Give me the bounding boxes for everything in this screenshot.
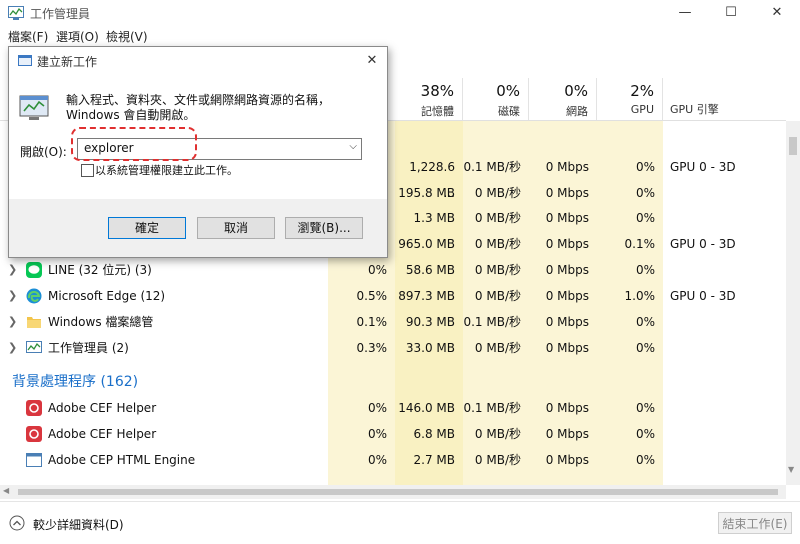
- column-header-network[interactable]: 0% 網路: [529, 78, 597, 120]
- table-row[interactable]: Adobe CEP HTML Engine 0% 2.7 MB 0 MB/秒 0…: [0, 447, 786, 473]
- task-manager-icon: [26, 341, 42, 353]
- run-program-icon: [19, 95, 49, 120]
- chevron-up-circle-icon[interactable]: [9, 515, 25, 531]
- expand-chevron-icon[interactable]: ❯: [8, 283, 17, 309]
- end-task-button[interactable]: 結束工作(E): [718, 512, 792, 534]
- table-row[interactable]: ❯ 工作管理員 (2) 0.3% 33.0 MB 0 MB/秒 0 Mbps 0…: [0, 335, 786, 361]
- process-name: LINE (32 位元) (3): [48, 263, 152, 277]
- scroll-thumb[interactable]: [18, 489, 778, 495]
- process-name: Adobe CEF Helper: [48, 401, 157, 415]
- dialog-body: 輸入程式、資料夾、文件或網際網路資源的名稱，Windows 會自動開啟。 開啟(…: [9, 75, 387, 199]
- admin-checkbox[interactable]: [81, 164, 94, 177]
- footer: 較少詳細資料(D) 結束工作(E): [0, 501, 800, 544]
- expand-chevron-icon[interactable]: ❯: [8, 309, 17, 335]
- folder-icon: [27, 317, 41, 328]
- expand-chevron-icon[interactable]: ❯: [8, 257, 17, 283]
- minimize-button[interactable]: —: [662, 0, 708, 26]
- cancel-button[interactable]: 取消: [197, 217, 275, 239]
- scroll-down-icon[interactable]: ▼: [788, 465, 794, 474]
- process-name: Windows 檔案總管: [48, 315, 154, 329]
- expand-chevron-icon[interactable]: ❯: [8, 335, 17, 361]
- task-manager-icon: [8, 6, 24, 20]
- window-icon: [26, 453, 42, 467]
- menu-view[interactable]: 檢視(V): [106, 28, 148, 45]
- browse-button[interactable]: 瀏覽(B)...: [285, 217, 363, 239]
- process-name: Adobe CEP HTML Engine: [48, 453, 196, 467]
- dialog-title: 建立新工作: [37, 55, 98, 69]
- horizontal-scrollbar[interactable]: ◀: [0, 485, 786, 499]
- table-row[interactable]: ❯ Microsoft Edge (12) 0.5% 897.3 MB 0 MB…: [0, 283, 786, 309]
- ok-button[interactable]: 確定: [108, 217, 186, 239]
- maximize-button[interactable]: ☐: [708, 0, 754, 26]
- process-name: Microsoft Edge (12): [48, 289, 166, 303]
- title-bar: 工作管理員 — ☐ ✕: [0, 0, 800, 26]
- dialog-title-bar[interactable]: 建立新工作 ✕: [9, 47, 387, 75]
- scroll-left-icon[interactable]: ◀: [3, 486, 9, 495]
- column-header-gpu[interactable]: 2% GPU: [597, 78, 663, 120]
- annotation-highlight: [71, 127, 197, 161]
- menu-file[interactable]: 檔案(F): [8, 28, 48, 45]
- line-icon: [26, 262, 42, 278]
- column-header-memory[interactable]: 38% 記憶體: [395, 78, 463, 120]
- run-icon: [18, 55, 32, 66]
- menu-options[interactable]: 選項(O): [56, 28, 99, 45]
- dialog-description: 輸入程式、資料夾、文件或網際網路資源的名稱，Windows 會自動開啟。: [66, 93, 331, 122]
- close-button[interactable]: ✕: [754, 0, 800, 26]
- table-row[interactable]: ❯ Windows 檔案總管 0.1% 90.3 MB 0.1 MB/秒 0 M…: [0, 309, 786, 335]
- window-title: 工作管理員: [30, 7, 91, 21]
- dialog-close-button[interactable]: ✕: [357, 47, 387, 75]
- table-row[interactable]: Adobe CEF Helper 0% 146.0 MB 0.1 MB/秒 0 …: [0, 395, 786, 421]
- table-row[interactable]: Adobe CEF Helper 0% 6.8 MB 0 MB/秒 0 Mbps…: [0, 421, 786, 447]
- adobe-icon: [26, 400, 42, 416]
- background-processes-header[interactable]: 背景處理程序 (162): [12, 371, 138, 391]
- table-row[interactable]: ❯ LINE (32 位元) (3) 0% 58.6 MB 0 MB/秒 0 M…: [0, 257, 786, 283]
- column-header-gpu-engine[interactable]: GPU 引擎: [670, 101, 719, 117]
- column-header-disk[interactable]: 0% 磁碟: [463, 78, 529, 120]
- scroll-thumb[interactable]: [789, 137, 797, 155]
- process-name: 工作管理員 (2): [48, 341, 129, 355]
- menu-bar: 檔案(F) 選項(O) 檢視(V): [0, 26, 800, 46]
- vertical-scrollbar[interactable]: ▼: [786, 121, 800, 485]
- open-label: 開啟(O):: [20, 145, 67, 159]
- edge-icon: [26, 288, 42, 304]
- process-name: Adobe CEF Helper: [48, 427, 157, 441]
- chevron-down-icon[interactable]: ⌵: [349, 141, 357, 152]
- adobe-icon: [26, 426, 42, 442]
- admin-checkbox-label[interactable]: 以系統管理權限建立此工作。: [95, 162, 238, 178]
- fewer-details-link[interactable]: 較少詳細資料(D): [33, 516, 124, 533]
- create-new-task-dialog: 建立新工作 ✕ 輸入程式、資料夾、文件或網際網路資源的名稱，Windows 會自…: [8, 46, 388, 258]
